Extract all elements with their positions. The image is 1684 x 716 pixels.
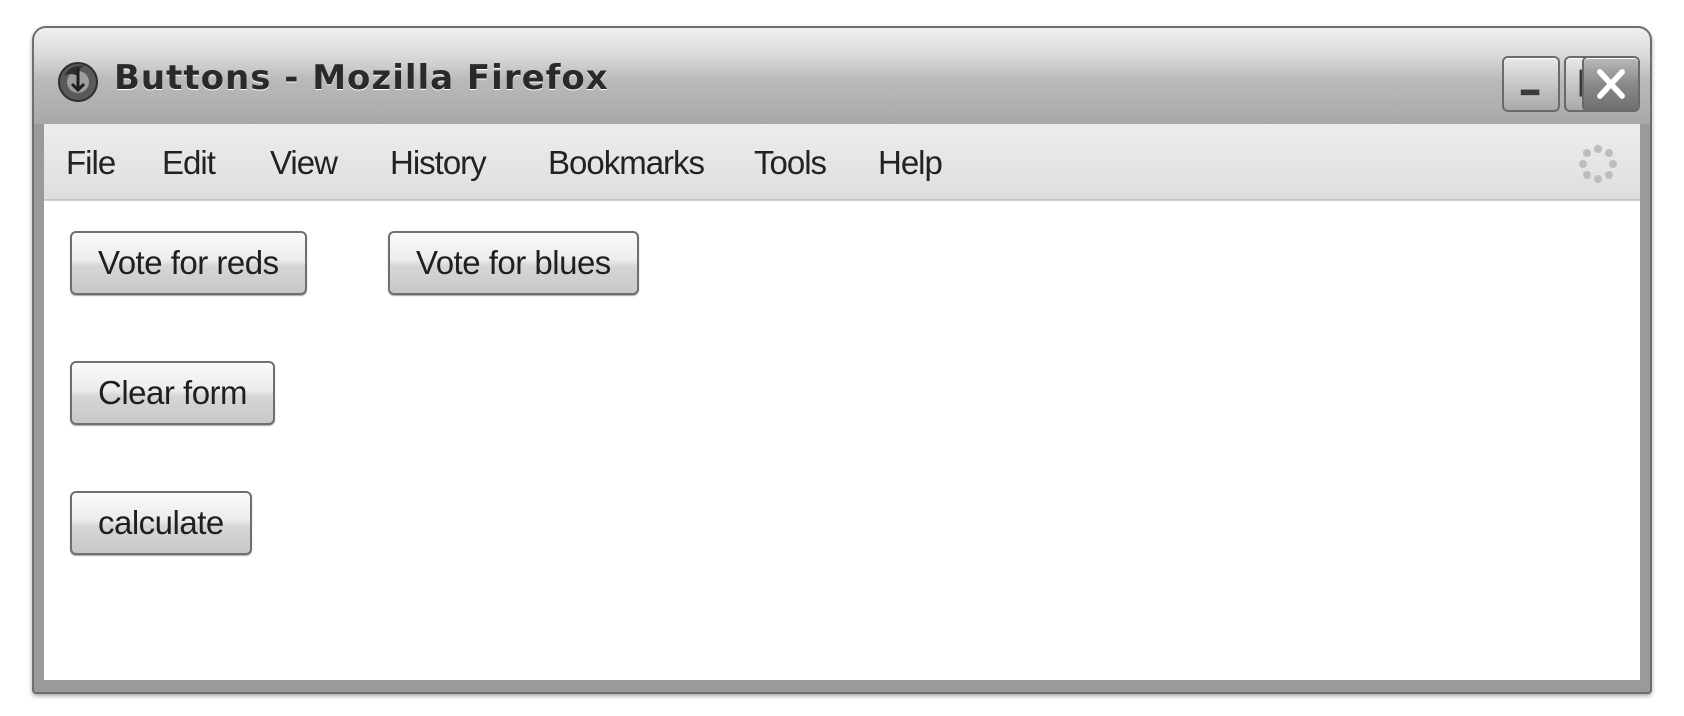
throbber-icon bbox=[1579, 145, 1617, 183]
vote-reds-button[interactable]: Vote for reds bbox=[70, 231, 307, 295]
menu-history[interactable]: History bbox=[390, 144, 487, 182]
browser-window: Buttons - Mozilla Firefox File Edit View… bbox=[32, 26, 1652, 694]
vote-blues-button[interactable]: Vote for blues bbox=[388, 231, 639, 295]
firefox-icon bbox=[58, 62, 98, 102]
minimize-icon bbox=[1520, 89, 1540, 96]
calculate-button[interactable]: calculate bbox=[70, 491, 252, 555]
menu-edit[interactable]: Edit bbox=[162, 144, 216, 182]
page-content: Vote for reds Vote for blues Clear form … bbox=[44, 200, 1640, 680]
close-button[interactable] bbox=[1582, 56, 1640, 112]
menu-view[interactable]: View bbox=[270, 144, 338, 182]
title-bar[interactable]: Buttons - Mozilla Firefox bbox=[34, 28, 1650, 124]
menu-bookmarks[interactable]: Bookmarks bbox=[548, 144, 705, 182]
menu-bar: File Edit View History Bookmarks Tools H… bbox=[44, 124, 1640, 200]
window-title: Buttons - Mozilla Firefox bbox=[114, 58, 609, 98]
menu-tools[interactable]: Tools bbox=[754, 144, 827, 182]
clear-form-button[interactable]: Clear form bbox=[70, 361, 276, 425]
close-icon bbox=[1597, 69, 1625, 99]
menu-file[interactable]: File bbox=[66, 144, 116, 182]
menu-help[interactable]: Help bbox=[878, 144, 943, 182]
minimize-button[interactable] bbox=[1502, 56, 1560, 112]
